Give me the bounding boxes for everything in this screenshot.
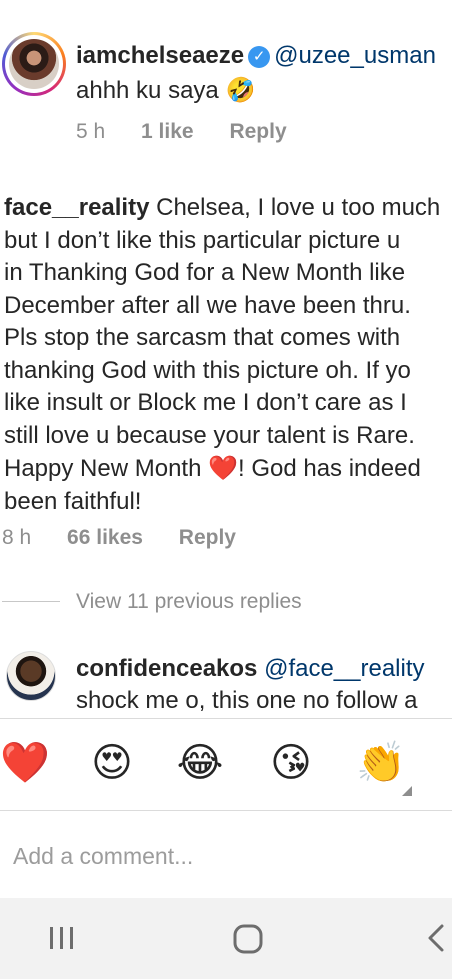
view-previous-replies[interactable]: View 11 previous replies (76, 590, 302, 614)
likes-count[interactable]: 1 like (141, 120, 194, 143)
kiss-reaction-button[interactable]: 😘 (266, 738, 316, 788)
timestamp: 8 h (2, 526, 32, 549)
comment-input-placeholder[interactable]: Add a comment... (13, 843, 193, 870)
comment-body: face__reality Chelsea, I love u too much… (4, 194, 441, 515)
quick-reaction-bar: ❤️ 😍 😂 😘 👏 (0, 718, 452, 810)
heart-emoji: ❤️ (208, 454, 238, 482)
add-comment-field[interactable]: Add a comment... (0, 810, 452, 899)
clapping-reaction-button[interactable]: 👏 (356, 738, 406, 788)
username[interactable]: face__reality (4, 194, 149, 221)
username[interactable]: confidenceakos (76, 655, 257, 682)
system-navigation-bar (0, 898, 452, 979)
more-reactions-indicator-icon[interactable] (402, 786, 412, 796)
comment-header: iamchelseaeze ✓ @uzee_usman (76, 42, 436, 70)
heart-eyes-reaction-button[interactable]: 😍 (87, 738, 137, 788)
likes-count[interactable]: 66 likes (67, 526, 143, 549)
comment-text: ahhh ku saya 🤣 (76, 76, 256, 104)
home-icon[interactable] (232, 923, 264, 960)
replies-divider (2, 601, 60, 602)
mention-link[interactable]: @uzee_usman (274, 42, 436, 69)
reply-text: shock me o, this one no follow a (76, 687, 418, 714)
back-icon[interactable] (426, 923, 446, 958)
comment-meta: 8 h 66 likes Reply (2, 526, 236, 550)
tears-of-joy-reaction-button[interactable]: 😂 (175, 738, 225, 788)
verified-check-icon: ✓ (248, 46, 271, 68)
heart-reaction-button[interactable]: ❤️ (0, 738, 50, 788)
recent-apps-icon[interactable] (48, 925, 76, 956)
avatar-story-ring[interactable] (2, 32, 66, 96)
comment-meta: 5 h 1 like Reply (76, 120, 287, 144)
reply-button[interactable]: Reply (229, 120, 286, 143)
rofl-emoji: 🤣 (225, 76, 256, 104)
avatar (9, 39, 59, 89)
mention-link[interactable]: @face__reality (257, 655, 424, 682)
reply-header: confidenceakos @face__reality (76, 655, 425, 683)
avatar[interactable] (6, 651, 56, 701)
timestamp: 5 h (76, 120, 106, 143)
reply-button[interactable]: Reply (179, 526, 236, 549)
username[interactable]: iamchelseaeze (76, 42, 244, 69)
